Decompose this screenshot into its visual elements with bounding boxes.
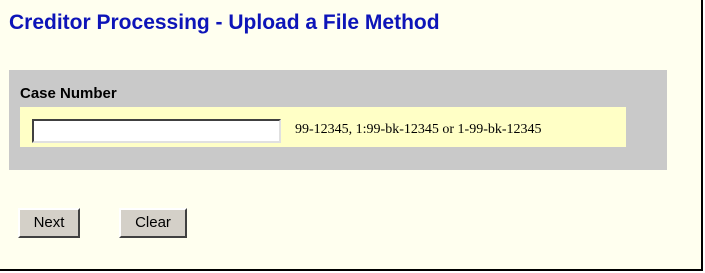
case-number-panel: Case Number 99-12345, 1:99-bk-12345 or 1… [9,70,667,170]
case-number-label: Case Number [20,85,117,102]
case-number-format-hint: 99-12345, 1:99-bk-12345 or 1-99-bk-12345 [295,122,542,137]
case-number-input-row: 99-12345, 1:99-bk-12345 or 1-99-bk-12345 [20,107,626,147]
page-title: Creditor Processing - Upload a File Meth… [9,11,440,34]
case-number-input[interactable] [32,119,281,143]
clear-button[interactable]: Clear [119,208,187,238]
next-button[interactable]: Next [18,208,80,238]
page-frame: Creditor Processing - Upload a File Meth… [0,0,703,271]
